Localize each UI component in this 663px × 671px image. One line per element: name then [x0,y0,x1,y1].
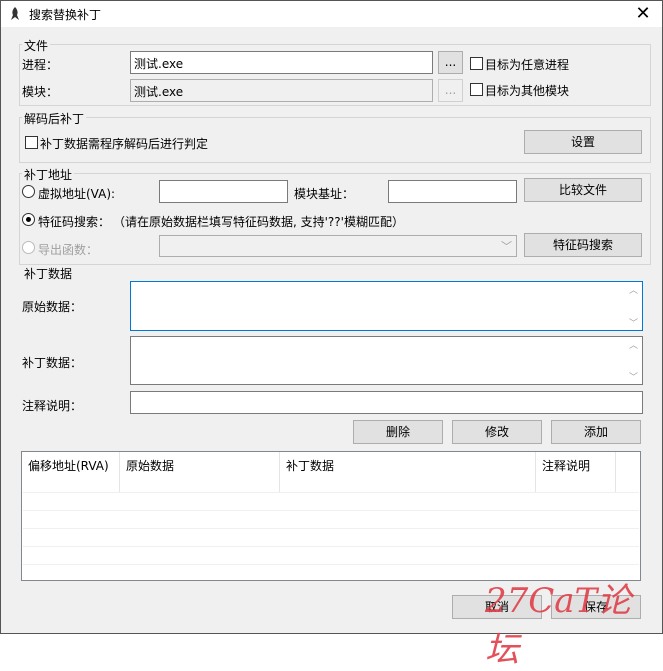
column-header-original[interactable]: 原始数据 [120,452,280,492]
table-row[interactable] [23,528,639,529]
sig-hint: （请在原始数据栏填写特征码数据, 支持'??'模糊匹配） [113,215,404,229]
scroll-down-icon[interactable]: ﹀ [626,370,641,383]
table-row[interactable] [23,492,639,493]
search-replace-patch-dialog: 搜索替换补丁 ✕ 文件 进程： 测试.exe ... 目标为任意进程 模块： 测… [0,0,663,670]
module-browse-button[interactable]: ... [438,79,463,102]
va-radio[interactable] [22,185,35,198]
table-row[interactable] [23,546,639,547]
scroll-down-icon[interactable]: ﹀ [626,316,641,329]
window-title: 搜索替换补丁 [29,8,102,22]
module-input[interactable]: 测试.exe [130,79,433,102]
add-button[interactable]: 添加 [551,420,641,444]
patch-table[interactable]: 偏移地址(RVA) 原始数据 补丁数据 注释说明 [21,451,641,581]
file-group-label: 文件 [22,37,51,54]
delete-button[interactable]: 删除 [353,420,443,444]
close-icon[interactable]: ✕ [628,1,658,27]
original-scrollbar[interactable]: ︿ ﹀ [626,283,641,329]
watermark-logo: 27CaT论坛 [485,581,632,670]
export-label: 导出函数： [38,243,99,257]
process-label: 进程： [22,58,59,72]
modify-button[interactable]: 修改 [452,420,542,444]
process-input[interactable]: 测试.exe [130,51,433,74]
patch-data-textarea[interactable]: ︿ ﹀ [130,336,643,385]
original-data-textarea[interactable]: ︿ ﹀ [130,281,643,331]
other-module-label: 目标为其他模块 [485,84,570,98]
decode-check-label: 补丁数据需程序解码后进行判定 [40,137,209,151]
address-group-label: 补丁地址 [22,166,75,183]
sig-radio[interactable] [22,213,35,226]
original-data-label: 原始数据： [22,300,83,314]
module-base-input[interactable] [388,180,517,203]
patch-group-label: 补丁数据 [22,265,75,282]
column-header-comment[interactable]: 注释说明 [536,452,616,492]
any-process-label: 目标为任意进程 [485,58,570,72]
decode-checkbox[interactable] [25,136,38,149]
chevron-down-icon: ﹀ [501,240,512,253]
va-input[interactable] [159,180,288,203]
export-radio[interactable] [22,241,35,254]
title-bar: 搜索替换补丁 ✕ [1,1,662,27]
module-label: 模块： [22,85,59,99]
va-label: 虚拟地址(VA): [38,187,116,201]
column-header-rva[interactable]: 偏移地址(RVA) [22,452,120,492]
comment-input[interactable] [130,391,643,414]
other-module-checkbox[interactable] [470,83,483,96]
app-icon [11,7,19,20]
export-select[interactable]: ﹀ [159,235,517,257]
decode-group-label: 解码后补丁 [22,110,87,127]
table-row[interactable] [23,510,639,511]
sig-label: 特征码搜索： [38,215,111,229]
patch-data-label: 补丁数据： [22,356,83,370]
sig-search-button[interactable]: 特征码搜索 [524,233,642,257]
process-browse-button[interactable]: ... [438,51,463,74]
table-row[interactable] [23,564,639,565]
comment-label: 注释说明： [22,399,83,413]
scroll-up-icon[interactable]: ︿ [626,283,641,296]
radio-selected-dot [26,217,31,222]
compare-file-button[interactable]: 比较文件 [524,178,642,202]
settings-button[interactable]: 设置 [524,130,642,154]
module-base-label: 模块基址： [294,187,355,201]
any-process-checkbox[interactable] [470,57,483,70]
column-header-patch[interactable]: 补丁数据 [280,452,536,492]
scroll-up-icon[interactable]: ︿ [626,338,641,351]
patch-scrollbar[interactable]: ︿ ﹀ [626,338,641,383]
